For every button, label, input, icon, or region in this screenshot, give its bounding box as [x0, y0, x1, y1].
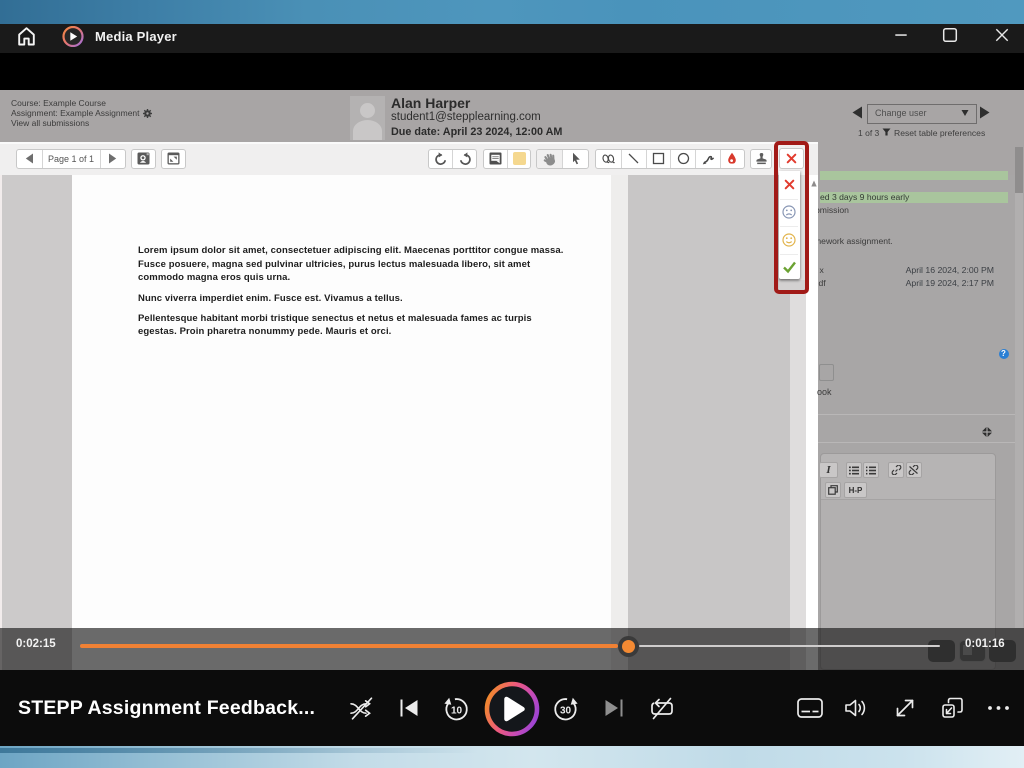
- svg-text:10: 10: [451, 705, 463, 716]
- svg-text:30: 30: [560, 705, 572, 716]
